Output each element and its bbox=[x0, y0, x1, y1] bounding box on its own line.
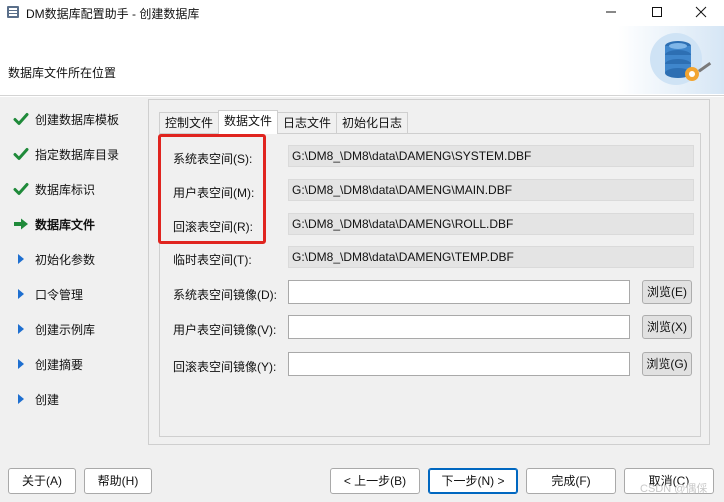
triangle-right-icon bbox=[12, 286, 30, 302]
system-mirror-input[interactable] bbox=[288, 280, 630, 304]
rollback-tablespace-field[interactable]: G:\DM8_\DM8\data\DAMENG\ROLL.DBF bbox=[288, 213, 694, 235]
system-mirror-browse-button[interactable]: 浏览(E) bbox=[642, 280, 692, 304]
step-label: 创建示例库 bbox=[35, 322, 96, 337]
step-label: 创建 bbox=[35, 392, 60, 407]
window-title: DM数据库配置助手 - 创建数据库 bbox=[26, 7, 200, 21]
rollback-mirror-browse-button[interactable]: 浏览(G) bbox=[642, 352, 692, 376]
database-gear-icon bbox=[618, 26, 724, 94]
check-icon bbox=[12, 181, 30, 197]
footer-bar: 关于(A) 帮助(H) < 上一步(B) 下一步(N) > 完成(F) 取消(C… bbox=[0, 449, 724, 502]
step-label: 指定数据库目录 bbox=[35, 147, 120, 162]
user-mirror-label: 用户表空间镜像(V): bbox=[173, 323, 277, 337]
user-tablespace-label: 用户表空间(M): bbox=[173, 186, 255, 200]
triangle-right-icon bbox=[12, 321, 30, 337]
user-mirror-browse-button[interactable]: 浏览(X) bbox=[642, 315, 692, 339]
next-button[interactable]: 下一步(N) > bbox=[428, 468, 518, 494]
temp-tablespace-field[interactable]: G:\DM8_\DM8\data\DAMENG\TEMP.DBF bbox=[288, 246, 694, 268]
maximize-icon bbox=[652, 7, 662, 17]
step-item: 创建摘要 bbox=[12, 354, 142, 374]
minimize-button[interactable] bbox=[588, 0, 634, 24]
app-icon bbox=[7, 6, 19, 18]
page-title: 数据库文件所在位置 bbox=[8, 66, 117, 80]
wizard-body: 创建数据库模板 指定数据库目录 数据库标识数据库文件初始化参数口令管理创建示例库创建… bbox=[0, 97, 724, 449]
step-label: 初始化参数 bbox=[35, 252, 96, 267]
step-item: 创建 bbox=[12, 389, 142, 409]
close-button[interactable] bbox=[678, 0, 724, 24]
rollback-tablespace-label: 回滚表空间(R): bbox=[173, 220, 253, 234]
header-banner: 数据库文件所在位置 bbox=[0, 24, 724, 96]
watermark: CSDN @偶倸 bbox=[640, 483, 708, 495]
user-mirror-input[interactable] bbox=[288, 315, 630, 339]
tab-log-file[interactable]: 日志文件 bbox=[277, 112, 338, 134]
system-tablespace-label: 系统表空间(S): bbox=[173, 152, 253, 166]
check-icon bbox=[12, 146, 30, 162]
step-item: 创建数据库模板 bbox=[12, 109, 142, 129]
tab-init-log[interactable]: 初始化日志 bbox=[336, 112, 409, 134]
rollback-mirror-input[interactable] bbox=[288, 352, 630, 376]
step-label: 创建摘要 bbox=[35, 357, 84, 372]
help-button[interactable]: 帮助(H) bbox=[84, 468, 152, 494]
step-label: 口令管理 bbox=[35, 287, 84, 302]
triangle-right-icon bbox=[12, 391, 30, 407]
steps-list: 创建数据库模板 指定数据库目录 数据库标识数据库文件初始化参数口令管理创建示例库创建… bbox=[0, 97, 146, 449]
prev-button[interactable]: < 上一步(B) bbox=[330, 468, 420, 494]
system-tablespace-field[interactable]: G:\DM8_\DM8\data\DAMENG\SYSTEM.DBF bbox=[288, 145, 694, 167]
step-item: 口令管理 bbox=[12, 284, 142, 304]
step-item: 数据库标识 bbox=[12, 179, 142, 199]
tab-strip: 控制文件 数据文件 日志文件 初始化日志 bbox=[159, 110, 409, 134]
system-mirror-label: 系统表空间镜像(D): bbox=[173, 288, 277, 302]
user-tablespace-field[interactable]: G:\DM8_\DM8\data\DAMENG\MAIN.DBF bbox=[288, 179, 694, 201]
data-file-panel: 系统表空间(S): G:\DM8_\DM8\data\DAMENG\SYSTEM… bbox=[159, 133, 701, 437]
tab-control-file[interactable]: 控制文件 bbox=[159, 112, 220, 134]
tab-data-file[interactable]: 数据文件 bbox=[218, 110, 279, 134]
step-item: 初始化参数 bbox=[12, 249, 142, 269]
check-icon bbox=[12, 111, 30, 127]
content-panel: 控制文件 数据文件 日志文件 初始化日志 系统表空间(S): G:\DM8_\D… bbox=[148, 99, 710, 445]
close-icon bbox=[695, 6, 707, 18]
arrow-right-icon bbox=[12, 216, 30, 232]
step-label: 数据库标识 bbox=[35, 182, 96, 197]
minimize-icon bbox=[606, 11, 616, 13]
step-item: 创建示例库 bbox=[12, 319, 142, 339]
step-item: 指定数据库目录 bbox=[12, 144, 142, 164]
finish-button[interactable]: 完成(F) bbox=[526, 468, 616, 494]
maximize-button[interactable] bbox=[634, 0, 680, 24]
triangle-right-icon bbox=[12, 356, 30, 372]
rollback-mirror-label: 回滚表空间镜像(Y): bbox=[173, 360, 277, 374]
title-bar: DM数据库配置助手 - 创建数据库 bbox=[0, 0, 724, 24]
temp-tablespace-label: 临时表空间(T): bbox=[173, 253, 252, 267]
step-item: 数据库文件 bbox=[12, 214, 142, 234]
step-label: 创建数据库模板 bbox=[35, 112, 120, 127]
about-button[interactable]: 关于(A) bbox=[8, 468, 76, 494]
step-label: 数据库文件 bbox=[35, 217, 96, 232]
triangle-right-icon bbox=[12, 251, 30, 267]
